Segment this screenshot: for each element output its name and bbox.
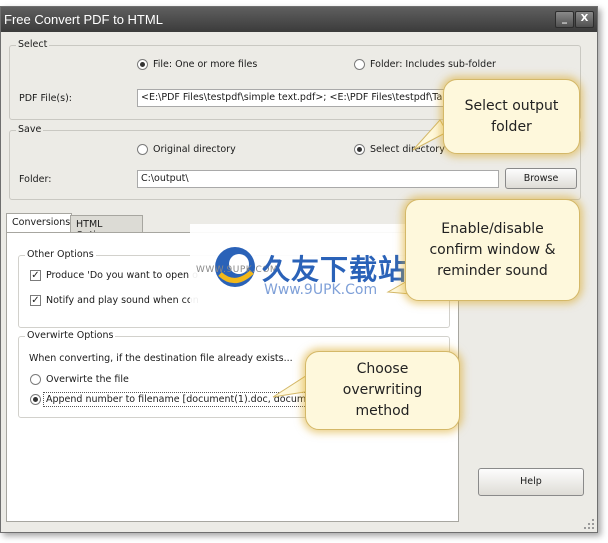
close-button[interactable]: X: [575, 11, 594, 28]
confirm-open-label: Produce 'Do you want to open o: [46, 270, 198, 281]
overwrite-file-radio[interactable]: [30, 374, 41, 385]
save-group-label: Save: [16, 124, 44, 135]
append-number-radio[interactable]: [30, 394, 41, 405]
watermark-domain: Www.9UPK.Com: [264, 282, 378, 298]
minimize-button[interactable]: _: [555, 11, 574, 28]
file-option-label: File: One or more files: [153, 59, 258, 70]
tab-conversions[interactable]: Conversions: [6, 213, 72, 234]
overwrite-file-label: Overwirte the file: [46, 374, 129, 385]
notify-sound-label: Notify and play sound when con: [46, 295, 199, 306]
original-directory-radio[interactable]: [137, 144, 148, 155]
overwrite-options-label: Overwirte Options: [25, 330, 116, 341]
select-directory-radio[interactable]: [354, 144, 365, 155]
callout-output-folder: Select output folder: [443, 79, 580, 154]
pdf-files-label: PDF File(s):: [19, 93, 72, 104]
folder-radio[interactable]: [354, 59, 365, 70]
folder-input[interactable]: C:\output\: [137, 170, 499, 188]
window-title: Free Convert PDF to HTML: [4, 12, 163, 27]
folder-label: Folder:: [19, 174, 52, 185]
overwrite-description: When converting, if the destination file…: [29, 353, 293, 364]
confirm-open-checkbox[interactable]: ✓: [30, 270, 41, 281]
callout-confirm-sound: Enable/disable confirm window & reminder…: [405, 199, 580, 301]
resize-grip-icon[interactable]: [584, 519, 594, 529]
folder-option-label: Folder: Includes sub-folder: [370, 59, 496, 70]
browse-button[interactable]: Browse: [505, 168, 577, 189]
file-radio[interactable]: [137, 59, 148, 70]
original-directory-label: Original directory: [153, 144, 236, 155]
notify-sound-checkbox[interactable]: ✓: [30, 295, 41, 306]
title-bar[interactable]: Free Convert PDF to HTML _ X: [1, 7, 597, 32]
help-button[interactable]: Help: [478, 468, 584, 496]
other-options-label: Other Options: [25, 249, 96, 260]
select-group-label: Select: [16, 39, 50, 50]
callout-overwrite-method: Choose overwriting method: [305, 351, 460, 430]
